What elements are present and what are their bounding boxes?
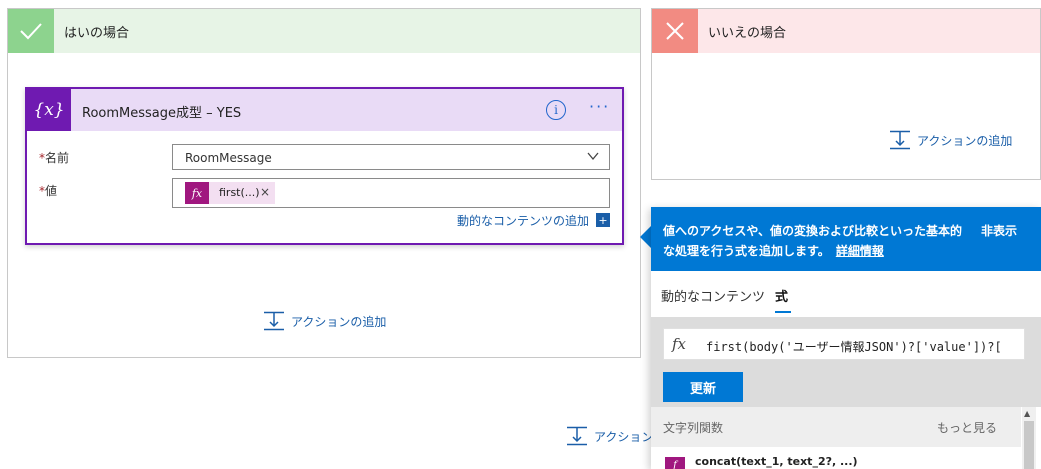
add-action-yes[interactable]: アクションの追加 xyxy=(263,311,386,331)
add-action-icon xyxy=(566,426,588,446)
more-icon[interactable]: ··· xyxy=(589,97,610,116)
add-action-label: アクションの追加 xyxy=(917,133,1013,148)
function-list-item[interactable]: f concat(text_1, text_2?, ...) xyxy=(651,447,1021,469)
yes-branch-title: はいの場合 xyxy=(64,26,130,41)
learn-more-link[interactable]: 詳細情報 xyxy=(836,244,884,258)
banner-text: 値へのアクセスや、値の変換および比較といった基本的な処理を行う式を追加します。詳… xyxy=(663,221,963,261)
action-card-header[interactable]: {x} RoomMessage成型 – YES i ··· xyxy=(27,89,622,131)
function-category-title: 文字列関数 xyxy=(663,421,724,435)
remove-token-icon[interactable]: × xyxy=(260,185,270,199)
popup-info-banner: 値へのアクセスや、値の変換および比較といった基本的な処理を行う式を追加します。詳… xyxy=(651,207,1041,271)
function-icon: f xyxy=(665,457,685,469)
name-label-text: 名前 xyxy=(45,151,70,165)
expression-editor-area: fx first(body('ユーザー情報JSON')?['value'])?[… xyxy=(651,317,1041,407)
popup-pointer xyxy=(640,226,651,248)
fx-icon: fx xyxy=(185,182,209,204)
hide-banner-button[interactable]: 非表示 xyxy=(981,222,1017,239)
close-icon xyxy=(652,9,698,53)
function-list-scrollbar[interactable]: ▲ xyxy=(1022,407,1036,469)
chevron-down-icon xyxy=(586,149,600,166)
add-action-label: アクションの追加 xyxy=(291,314,387,329)
tab-expression[interactable]: 式 xyxy=(775,286,788,305)
see-more-link[interactable]: もっと見る xyxy=(937,419,997,436)
add-action-icon xyxy=(889,130,911,150)
add-action-icon xyxy=(263,311,285,331)
action-card-roommessage: {x} RoomMessage成型 – YES i ··· *名前 RoomMe… xyxy=(25,87,624,245)
add-action-label: アクション xyxy=(594,429,654,444)
value-field-label: *値 xyxy=(39,182,57,199)
active-tab-indicator xyxy=(775,311,791,313)
expression-input[interactable]: fx first(body('ユーザー情報JSON')?['value'])?[ xyxy=(663,328,1025,360)
scrollbar-thumb[interactable] xyxy=(1024,421,1034,469)
update-button[interactable]: 更新 xyxy=(663,372,743,402)
name-select[interactable]: RoomMessage xyxy=(172,144,610,170)
expression-token[interactable]: fx first(...) × xyxy=(185,182,275,204)
function-category-header: 文字列関数 もっと見る xyxy=(651,407,1021,447)
name-field-label: *名前 xyxy=(39,149,69,166)
action-card-title: RoomMessage成型 – YES xyxy=(82,106,242,121)
add-action-no[interactable]: アクションの追加 xyxy=(889,130,1012,150)
variable-icon: {x} xyxy=(27,89,71,131)
no-branch-header[interactable]: いいえの場合 xyxy=(652,9,1040,53)
yes-branch-header[interactable]: はいの場合 xyxy=(8,9,640,53)
name-select-value: RoomMessage xyxy=(185,151,272,165)
fx-icon: fx xyxy=(672,335,687,353)
value-label-text: 値 xyxy=(45,184,58,198)
no-branch-title: いいえの場合 xyxy=(708,26,787,41)
value-input[interactable]: fx first(...) × xyxy=(172,178,610,208)
expression-popup: 値へのアクセスや、値の変換および比較といった基本的な処理を行う式を追加します。詳… xyxy=(651,207,1041,469)
check-icon xyxy=(8,9,54,53)
yes-branch-panel: はいの場合 {x} RoomMessage成型 – YES i ··· *名前 … xyxy=(7,8,641,358)
function-name: concat(text_1, text_2?, ...) xyxy=(695,455,858,468)
expression-text: first(body('ユーザー情報JSON')?['value'])?[ xyxy=(706,340,1002,354)
no-branch-panel: いいえの場合 アクションの追加 xyxy=(651,8,1041,180)
add-action-bottom[interactable]: アクション xyxy=(566,426,653,446)
scroll-up-icon[interactable]: ▲ xyxy=(1024,409,1030,418)
expression-token-label: first(...) xyxy=(219,186,260,199)
banner-description: 値へのアクセスや、値の変換および比較といった基本的な処理を行う式を追加します。 xyxy=(663,224,963,258)
info-icon[interactable]: i xyxy=(546,100,566,120)
add-dynamic-content-icon[interactable]: + xyxy=(596,213,610,227)
add-dynamic-content-link[interactable]: 動的なコンテンツの追加 xyxy=(457,212,589,229)
tab-dynamic-content[interactable]: 動的なコンテンツ xyxy=(661,286,765,305)
